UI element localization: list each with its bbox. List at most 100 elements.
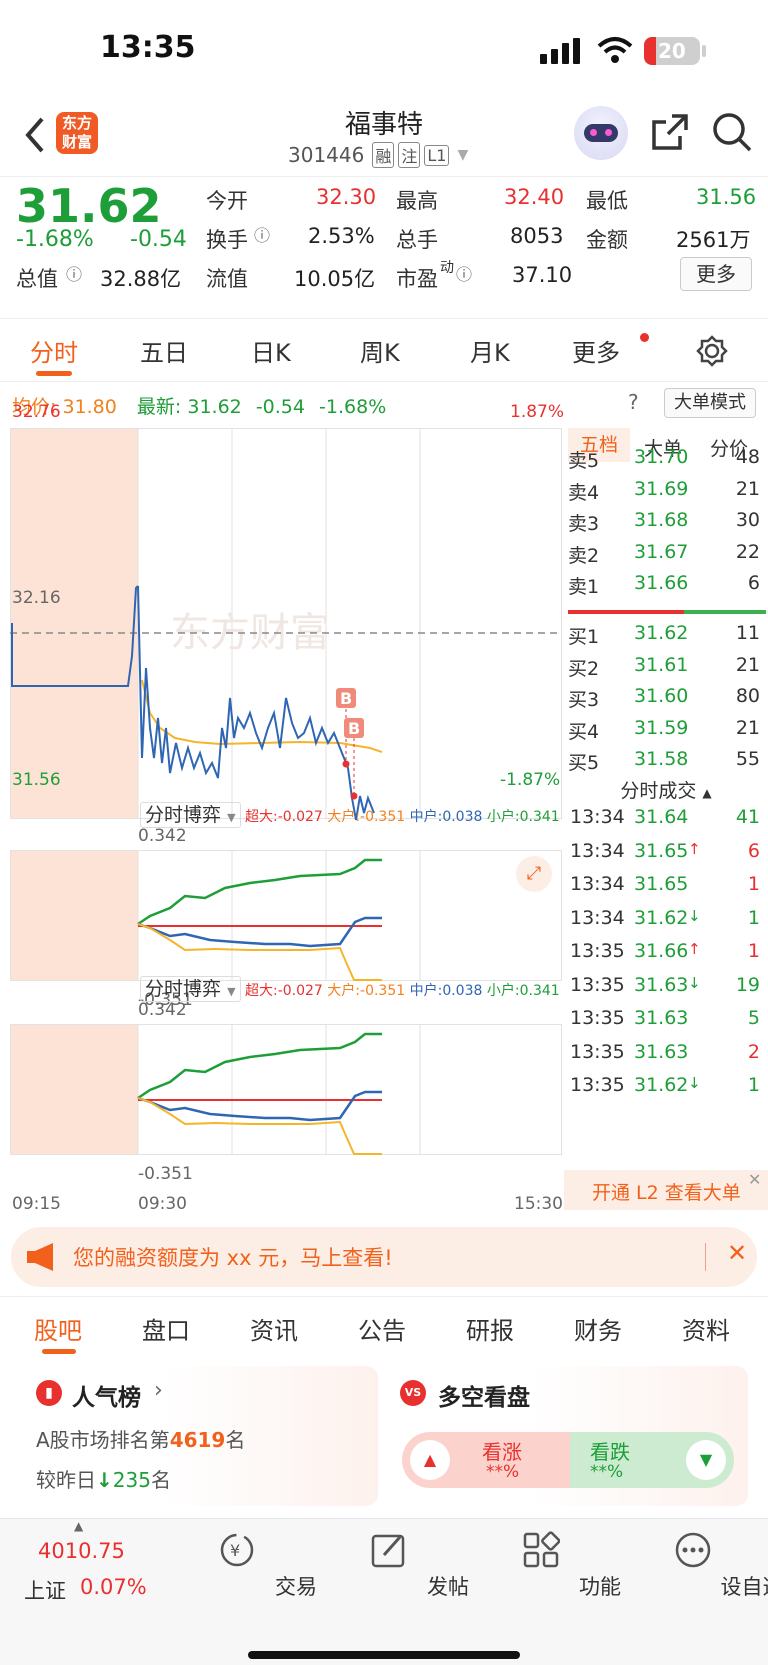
level-volume: 55: [735, 748, 760, 770]
tab-more[interactable]: 更多: [572, 333, 620, 368]
trade-volume: 1: [747, 906, 760, 929]
pct-max-label: 1.87%: [510, 402, 565, 422]
trade-time: 13:35: [570, 1040, 625, 1063]
trade-row: 13:34 31.65 ↑ 6: [566, 840, 766, 874]
last-label: 最新:: [136, 396, 182, 418]
trade-volume: 1: [747, 1074, 760, 1096]
content-tabs: 股吧 盘口 资讯 公告 研报 财务 资料: [0, 1296, 768, 1356]
bear-button[interactable]: 看跌 **% ▼: [570, 1432, 734, 1488]
mcap-label: 总值: [16, 267, 58, 291]
rank-value: 4619: [169, 1428, 226, 1452]
more-dots-icon: [675, 1532, 711, 1568]
bid-row: 买5 31.58 55: [566, 748, 766, 780]
trade-direction: ↓: [688, 973, 701, 992]
level-label: 卖1: [568, 576, 600, 598]
tab-orderbook[interactable]: 盘口: [142, 1311, 190, 1346]
info-line: 均价: 31.80 最新: 31.62 -0.54 -1.68%: [12, 392, 386, 419]
tab-announcements[interactable]: 公告: [358, 1311, 406, 1346]
info-icon[interactable]: ⓘ: [456, 261, 472, 285]
trade-time: 13:34: [570, 839, 625, 862]
settings-icon[interactable]: [696, 335, 728, 367]
sub-chart-header: 分时博弈 ▼ 超大:-0.027 大户:-0.351 中户:0.038 小户:0…: [140, 800, 560, 828]
tab-weekly[interactable]: 周K: [360, 333, 400, 368]
edit-icon: [371, 1534, 405, 1568]
sub-y-max: 0.342: [138, 826, 187, 846]
vol-value: 8053: [510, 224, 564, 248]
tab-daily[interactable]: 日K: [251, 333, 291, 368]
share-icon[interactable]: [650, 112, 690, 152]
bull-button[interactable]: ▲ 看涨 **%: [402, 1432, 570, 1488]
info-icon[interactable]: ⓘ: [66, 261, 82, 285]
l2-promo-text: 开通 L2 查看大单: [592, 1182, 741, 1204]
trade-price: 31.65: [634, 839, 689, 862]
quote-panel: 31.62 -1.68% -0.54 总值 ⓘ 32.88亿 今开 32.30 …: [0, 176, 768, 318]
level-label: 卖3: [568, 513, 600, 535]
sub-y-min: -0.351: [138, 1164, 193, 1184]
y-min-label: 31.56: [12, 770, 61, 790]
change-abs: -0.54: [130, 227, 187, 252]
search-icon[interactable]: [712, 112, 752, 152]
sub-chart-selector[interactable]: 分时博弈 ▼: [140, 802, 241, 828]
info-icon[interactable]: ⓘ: [254, 222, 270, 246]
big-order-mode-button[interactable]: 大单模式: [664, 388, 756, 418]
amount-value: 2561万: [676, 228, 751, 252]
trade-volume: 41: [735, 806, 760, 828]
banner-text: 您的融资额度为 xx 元，马上查看!: [73, 1246, 393, 1270]
change-value: 235: [112, 1468, 151, 1492]
dropdown-icon[interactable]: ▼: [457, 147, 468, 163]
tab-forum[interactable]: 股吧: [34, 1311, 82, 1346]
tab-profile[interactable]: 资料: [682, 1311, 730, 1346]
trade-row: 13:35 31.63 5: [566, 1007, 766, 1041]
level-label: 卖4: [568, 481, 600, 504]
level-price: 31.58: [634, 748, 689, 770]
level-price: 31.68: [634, 509, 689, 531]
tab-finance[interactable]: 财务: [574, 1311, 622, 1346]
trade-volume: 2: [747, 1040, 760, 1063]
float-label: 流值: [206, 267, 248, 291]
robot-avatar[interactable]: [574, 106, 628, 160]
turnover-value: 2.53%: [308, 224, 375, 248]
trade-volume: 1: [747, 873, 760, 895]
trade-price: 31.62: [634, 1074, 689, 1096]
tab-monthly[interactable]: 月K: [470, 333, 510, 368]
tab-research[interactable]: 研报: [466, 1311, 514, 1346]
expand-icon[interactable]: ⤢: [516, 856, 552, 892]
bear-value: **%: [590, 1462, 624, 1482]
l2-promo-bar[interactable]: 开通 L2 查看大单 ✕: [564, 1170, 768, 1210]
ask-row: 卖1 31.66 6: [566, 572, 766, 604]
last-value: 31.62: [187, 396, 242, 418]
level-label: 买3: [568, 689, 600, 711]
sub-chart-selector[interactable]: 分时博弈 ▼: [140, 976, 241, 1002]
banner-close-icon[interactable]: ✕: [727, 1239, 747, 1267]
trade-volume: 5: [747, 1007, 760, 1029]
change-pct: -1.68%: [16, 227, 94, 252]
float-value: 10.05亿: [294, 267, 376, 291]
wifi-icon: [597, 37, 633, 63]
bid-row: 买1 31.62 11: [566, 622, 766, 654]
stock-code-row[interactable]: 301446 融 注 L1 ▼: [288, 142, 468, 168]
more-button[interactable]: 更多: [680, 257, 752, 291]
close-icon[interactable]: ✕: [748, 1170, 761, 1189]
level-price: 31.66: [634, 572, 689, 594]
open-value: 32.30: [316, 185, 377, 209]
help-icon[interactable]: ?: [628, 390, 639, 414]
promo-banner[interactable]: 您的融资额度为 xx 元，马上查看! ✕: [11, 1227, 757, 1287]
low-label: 最低: [586, 189, 628, 213]
arrow-down-icon: ▼: [686, 1440, 726, 1480]
megaphone-icon: [27, 1243, 53, 1271]
trade-price: 31.63: [634, 973, 689, 996]
trade-row: 13:35 31.66 ↑ 1: [566, 940, 766, 974]
trades-title-row[interactable]: 分时成交 ▲: [566, 776, 766, 803]
tab-active-indicator: [42, 1349, 76, 1354]
level-volume: 6: [747, 572, 760, 594]
y-max-label: 32.76: [12, 402, 61, 422]
tab-news[interactable]: 资讯: [250, 1311, 298, 1346]
popularity-card[interactable]: ▮ 人气榜 › A股市场排名第4619名 较昨日↓235名: [22, 1366, 378, 1506]
time-axis-open: 09:30: [138, 1194, 187, 1214]
status-bar: 13:35 20: [0, 0, 768, 100]
tab-intraday[interactable]: 分时: [30, 333, 78, 368]
tab-5day[interactable]: 五日: [140, 333, 188, 368]
trade-row: 13:35 31.63 2: [566, 1041, 766, 1075]
stock-code: 301446: [288, 143, 365, 167]
trade-price: 31.65: [634, 873, 689, 895]
